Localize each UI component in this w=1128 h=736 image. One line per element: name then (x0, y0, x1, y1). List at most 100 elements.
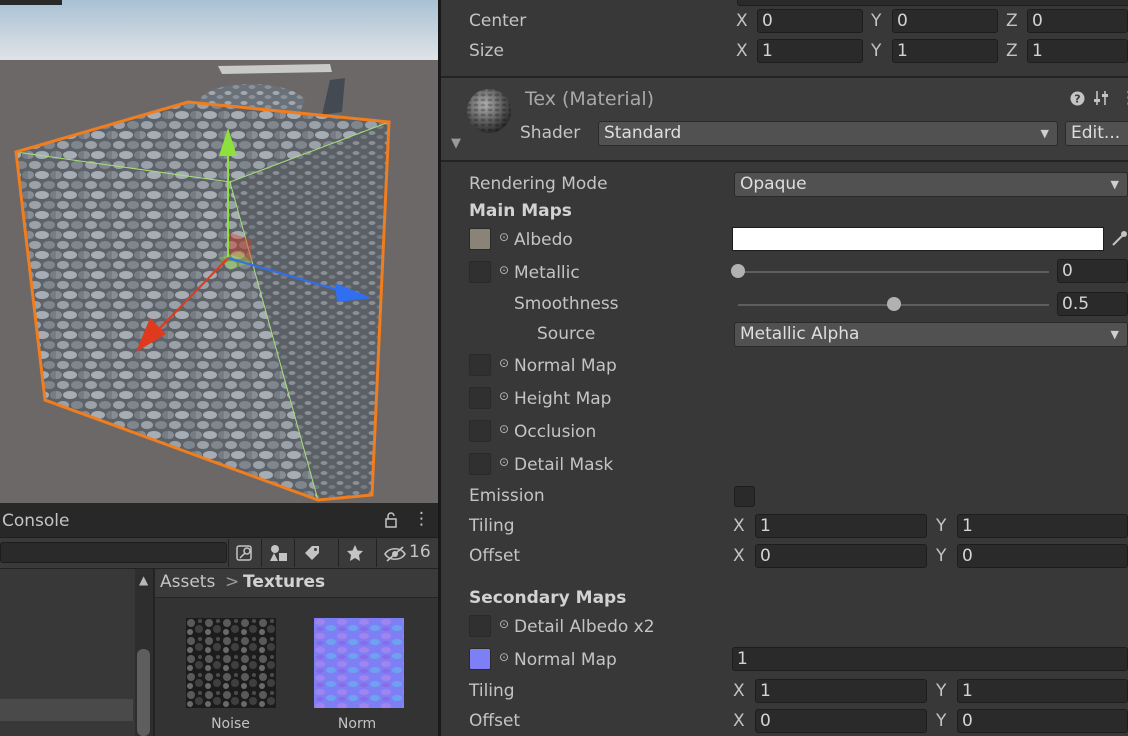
search-icon (236, 545, 252, 561)
metallic-value-field[interactable]: 0 (1057, 259, 1128, 283)
lock-icon[interactable] (384, 512, 398, 528)
secondary-tiling-y-field[interactable]: 1 (957, 679, 1128, 703)
secondary-tiling-x-label[interactable]: X (733, 681, 745, 701)
offset-x-field[interactable]: 0 (755, 544, 927, 568)
tiling-x-field[interactable]: 1 (755, 514, 927, 538)
texture-picker-icon[interactable]: ⊙ (499, 356, 509, 370)
center-y-label[interactable]: Y (871, 11, 881, 31)
hidden-packages-toggle[interactable]: 16 (376, 539, 438, 567)
texture-picker-icon[interactable]: ⊙ (499, 230, 509, 244)
detail-mask-texture-slot[interactable] (469, 453, 491, 475)
svg-text:?: ? (1074, 93, 1080, 106)
tiling-x-label[interactable]: X (733, 516, 745, 536)
size-z-field[interactable]: 1 (1027, 39, 1128, 63)
size-x-label[interactable]: X (736, 41, 748, 61)
component-menu-icon[interactable]: ⋮ (1120, 88, 1128, 108)
edit-shader-button[interactable]: Edit... (1065, 121, 1128, 146)
eyedropper-icon[interactable] (1110, 230, 1128, 248)
star-icon (347, 545, 363, 561)
offset-label: Offset (469, 546, 521, 566)
size-y-label[interactable]: Y (871, 41, 881, 61)
offset-y-field[interactable]: 0 (957, 544, 1128, 568)
filter-by-label-button[interactable] (294, 539, 327, 567)
asset-label-norm: Norm (337, 716, 377, 732)
tiling-y-field[interactable]: 1 (957, 514, 1128, 538)
more-options-icon[interactable]: ⋮ (413, 509, 430, 529)
secondary-offset-y-field[interactable]: 0 (957, 709, 1128, 733)
chevron-down-icon: ▼ (1110, 178, 1119, 191)
height-map-texture-slot[interactable] (469, 387, 491, 409)
smoothness-value-field[interactable]: 0.5 (1057, 292, 1128, 316)
filter-by-type-button[interactable] (261, 539, 294, 567)
texture-picker-icon[interactable]: ⊙ (499, 650, 509, 664)
normal-map-thumbnail (314, 618, 404, 708)
detail-normal-scale-field[interactable]: 1 (732, 647, 1128, 671)
normal-map-label: Normal Map (514, 356, 617, 376)
preset-sliders-icon[interactable] (1093, 90, 1109, 106)
secondary-tiling-x-field[interactable]: 1 (755, 679, 927, 703)
folder-tree-selected-row[interactable] (0, 699, 133, 721)
texture-picker-icon[interactable]: ⊙ (499, 263, 509, 277)
asset-norm[interactable] (314, 618, 404, 708)
search-by-type-button[interactable] (228, 539, 261, 567)
metallic-texture-slot[interactable] (469, 261, 491, 283)
center-y-field[interactable]: 0 (892, 9, 998, 33)
secondary-offset-y-label[interactable]: Y (936, 711, 946, 731)
detail-normal-map-label: Normal Map (514, 650, 617, 670)
metallic-slider-track[interactable] (738, 271, 1049, 273)
favorites-button[interactable] (338, 539, 371, 567)
eye-hidden-icon (384, 546, 406, 562)
offset-x-label[interactable]: X (733, 546, 745, 566)
scene-toolbar-button[interactable] (0, 0, 62, 5)
albedo-color-field[interactable] (732, 227, 1104, 251)
emission-checkbox[interactable] (734, 486, 755, 507)
chevron-down-icon: ▼ (1110, 328, 1119, 341)
secondary-maps-header: Secondary Maps (469, 588, 627, 608)
material-preview-sphere[interactable] (466, 88, 512, 134)
scroll-thumb[interactable] (137, 649, 150, 736)
shader-dropdown[interactable]: Standard ▼ (598, 121, 1058, 146)
breadcrumb-assets[interactable]: Assets (160, 572, 215, 592)
center-z-field[interactable]: 0 (1027, 9, 1128, 33)
folder-tree-scrollbar[interactable]: ▲ (135, 569, 153, 736)
edit-shader-label: Edit... (1071, 123, 1121, 143)
folder-tree[interactable]: ▲ (0, 569, 153, 736)
smoothness-slider-thumb[interactable] (886, 297, 901, 311)
center-x-field[interactable]: 0 (757, 9, 863, 33)
texture-picker-icon[interactable]: ⊙ (499, 455, 509, 469)
albedo-texture-slot[interactable] (469, 228, 491, 250)
tag-icon (305, 546, 319, 560)
console-tab[interactable]: Console (2, 511, 70, 531)
size-label: Size (469, 41, 504, 61)
center-z-label[interactable]: Z (1006, 11, 1018, 31)
partial-field[interactable] (737, 0, 1128, 6)
size-x-field[interactable]: 1 (757, 39, 863, 63)
asset-noise[interactable] (186, 618, 276, 708)
secondary-offset-x-field[interactable]: 0 (755, 709, 927, 733)
source-dropdown[interactable]: Metallic Alpha ▼ (734, 322, 1128, 347)
tiling-y-label[interactable]: Y (936, 516, 946, 536)
texture-picker-icon[interactable]: ⊙ (499, 422, 509, 436)
detail-albedo-texture-slot[interactable] (469, 615, 491, 637)
normal-map-texture-slot[interactable] (469, 354, 491, 376)
scene-view[interactable] (0, 0, 438, 503)
metallic-slider-thumb[interactable] (731, 264, 745, 278)
texture-picker-icon[interactable]: ⊙ (499, 389, 509, 403)
search-input[interactable] (0, 542, 227, 563)
occlusion-texture-slot[interactable] (469, 420, 491, 442)
chevron-down-icon: ▼ (1040, 127, 1049, 140)
detail-normal-texture-slot[interactable] (469, 648, 491, 670)
help-icon[interactable]: ? (1070, 91, 1085, 106)
breadcrumb-textures[interactable]: Textures (243, 572, 325, 592)
size-y-field[interactable]: 1 (892, 39, 998, 63)
offset-y-label[interactable]: Y (936, 546, 946, 566)
texture-picker-icon[interactable]: ⊙ (499, 617, 509, 631)
rendering-mode-dropdown[interactable]: Opaque ▼ (734, 172, 1128, 197)
scroll-up-icon[interactable]: ▲ (139, 573, 148, 587)
scene-render[interactable] (0, 0, 438, 503)
secondary-tiling-y-label[interactable]: Y (936, 681, 946, 701)
center-x-label[interactable]: X (736, 11, 748, 31)
secondary-offset-x-label[interactable]: X (733, 711, 745, 731)
size-z-label[interactable]: Z (1006, 41, 1018, 61)
foldout-arrow-icon[interactable]: ▼ (451, 136, 461, 151)
